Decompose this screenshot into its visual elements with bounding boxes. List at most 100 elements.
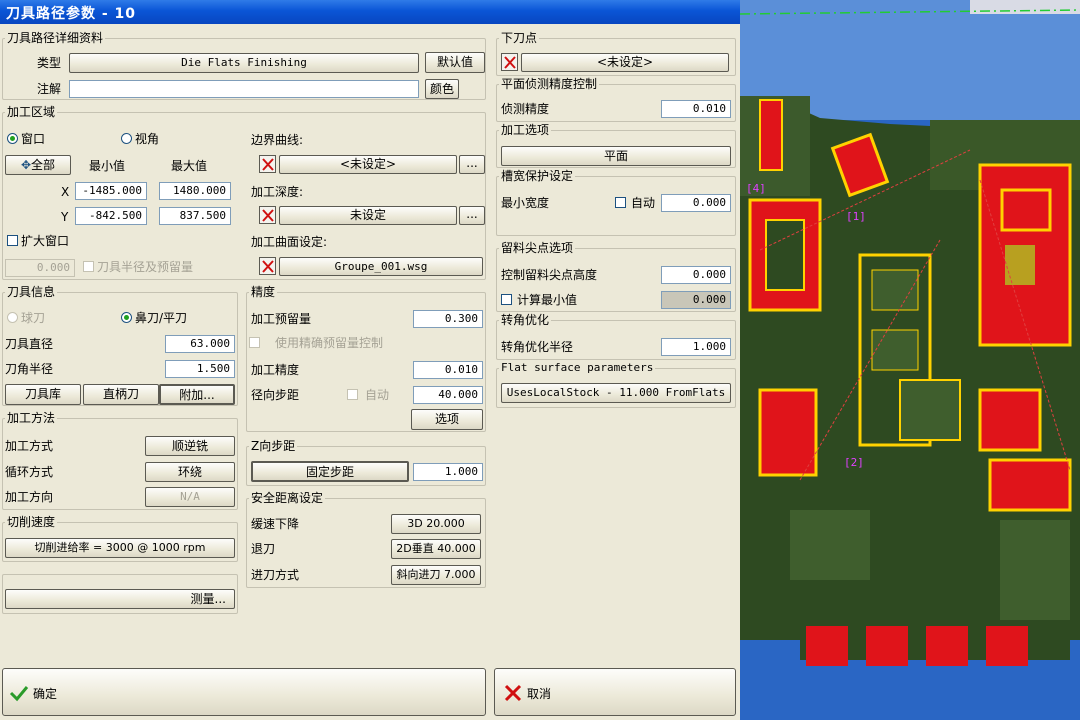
type-field[interactable]: Die Flats Finishing xyxy=(69,53,419,73)
note-input[interactable] xyxy=(69,80,419,98)
details-group: 刀具路径详细资料 类型 Die Flats Finishing 默认值 注解 颜… xyxy=(2,31,486,100)
tool-library-button[interactable]: 刀具库 xyxy=(5,384,81,405)
surface-label: 加工曲面设定: xyxy=(251,235,328,249)
viewport-label-4: [4] xyxy=(746,182,766,195)
slot-auto-checkbox[interactable] xyxy=(615,197,626,208)
type-label: 类型 xyxy=(37,56,62,70)
slowdown-button[interactable]: 3D 20.000 xyxy=(391,514,481,534)
loop-button[interactable]: 环绕 xyxy=(145,462,235,482)
boundary-field[interactable]: <未设定> xyxy=(279,155,457,174)
stepover-auto-checkbox[interactable] xyxy=(347,389,358,400)
tool-info-group: 刀具信息 球刀 鼻刀/平刀 刀具直径 63.000 刀角半径 1.500 刀具库… xyxy=(2,285,238,406)
retract-label: 退刀 xyxy=(251,542,276,556)
max-header: 最大值 xyxy=(171,159,208,173)
slot-title: 槽宽保护设定 xyxy=(499,169,576,183)
stepover-label: 径向步距 xyxy=(251,388,300,402)
depth-label: 加工深度: xyxy=(251,185,304,199)
stock-input[interactable]: 0.300 xyxy=(413,310,483,328)
red-x-icon xyxy=(262,209,274,222)
slowdown-label: 缓速下降 xyxy=(251,517,300,531)
nose-flat-label: 鼻刀/平刀 xyxy=(135,311,188,325)
red-x-icon xyxy=(504,684,522,702)
slot-auto-label: 自动 xyxy=(631,196,656,210)
all-button[interactable]: ✥全部 xyxy=(5,155,71,175)
measure-group: 测量... xyxy=(2,574,238,614)
corner-opt-input[interactable]: 1.000 xyxy=(661,338,731,356)
enlarge-value-input[interactable]: 0.000 xyxy=(5,259,75,277)
retract-button[interactable]: 2D垂直 40.000 xyxy=(391,539,481,559)
exact-stock-label: 使用精确预留量控制 xyxy=(275,336,384,350)
y-min-input[interactable]: -842.500 xyxy=(75,207,147,225)
mode-button[interactable]: 顺逆铣 xyxy=(145,436,235,456)
view-radio[interactable] xyxy=(121,133,132,144)
corner-radius-input[interactable]: 1.500 xyxy=(165,360,235,378)
calc-min-checkbox[interactable] xyxy=(501,294,512,305)
ok-label: 确定 xyxy=(33,687,58,701)
tool-info-title: 刀具信息 xyxy=(5,285,58,299)
ball-label: 球刀 xyxy=(21,311,46,325)
fixed-step-button[interactable]: 固定步距 xyxy=(251,461,409,482)
cusp-height-label: 控制留料尖点高度 xyxy=(501,268,598,282)
direction-button[interactable]: N/A xyxy=(145,487,235,507)
move-icon: ✥ xyxy=(20,158,32,172)
color-button[interactable]: 颜色 xyxy=(425,79,459,99)
precision-group: 精度 加工预留量 0.300 使用精确预留量控制 加工精度 0.010 径向步距… xyxy=(246,285,486,432)
cad-3d-viewport[interactable]: [4] [1] [2] xyxy=(740,0,1080,720)
calc-min-input[interactable]: 0.000 xyxy=(661,291,731,309)
boundary-clear-button[interactable] xyxy=(259,155,276,173)
toolpath-parameters-dialog: 刀具路径参数 - 10 刀具路径详细资料 类型 Die Flats Finish… xyxy=(0,0,740,720)
feed-rate-button[interactable]: 切削进给率 = 3000 @ 1000 rpm xyxy=(5,538,235,558)
flat-detect-input[interactable]: 0.010 xyxy=(661,100,731,118)
entry-button[interactable]: 斜向进刀 7.000 xyxy=(391,565,481,585)
x-min-input[interactable]: -1485.000 xyxy=(75,182,147,200)
red-x-icon xyxy=(262,158,274,171)
diameter-input[interactable]: 63.000 xyxy=(165,335,235,353)
options-button[interactable]: 选项 xyxy=(411,409,483,430)
flat-surface-button[interactable]: UsesLocalStock - 11.000 FromFlats xyxy=(501,383,731,403)
depth-browse-button[interactable]: ... xyxy=(459,206,485,225)
ok-button[interactable]: 确定 xyxy=(2,668,486,716)
down-point-group: 下刀点 <未设定> xyxy=(496,31,736,76)
depth-field[interactable]: 未设定 xyxy=(279,206,457,225)
direction-label: 加工方向 xyxy=(5,490,54,504)
exact-stock-checkbox[interactable] xyxy=(249,337,260,348)
measure-button[interactable]: 测量... xyxy=(5,589,235,609)
down-point-field[interactable]: <未设定> xyxy=(521,53,729,72)
holder-button[interactable]: 直柄刀 xyxy=(83,384,159,405)
machining-option-button[interactable]: 平面 xyxy=(501,146,731,166)
nose-flat-radio[interactable] xyxy=(121,312,132,323)
diameter-label: 刀具直径 xyxy=(5,337,54,351)
method-group: 加工方法 加工方式 顺逆铣 循环方式 环绕 加工方向 N/A xyxy=(2,411,238,510)
min-header: 最小值 xyxy=(89,159,126,173)
stepover-input[interactable]: 40.000 xyxy=(413,386,483,404)
zstep-input[interactable]: 1.000 xyxy=(413,463,483,481)
corner-opt-label: 转角优化半径 xyxy=(501,340,574,354)
window-label: 窗口 xyxy=(21,132,46,146)
flat-surface-title: Flat surface parameters xyxy=(499,361,656,375)
cusp-height-input[interactable]: 0.000 xyxy=(661,266,731,284)
extra-button[interactable]: 附加... xyxy=(159,384,235,405)
defaults-button[interactable]: 默认值 xyxy=(425,52,485,73)
tolerance-input[interactable]: 0.010 xyxy=(413,361,483,379)
depth-clear-button[interactable] xyxy=(259,206,276,224)
corner-opt-group: 转角优化 转角优化半径 1.000 xyxy=(496,313,736,360)
surface-clear-button[interactable] xyxy=(259,257,276,275)
machining-option-title: 加工选项 xyxy=(499,123,552,137)
title-bar[interactable]: 刀具路径参数 - 10 xyxy=(0,0,740,24)
surface-field[interactable]: Groupe_001.wsg xyxy=(279,257,483,276)
feed-title: 切削速度 xyxy=(5,515,58,529)
boundary-browse-button[interactable]: ... xyxy=(459,155,485,174)
method-title: 加工方法 xyxy=(5,411,58,425)
radius-stock-checkbox[interactable] xyxy=(83,261,94,272)
slot-min-width-input[interactable]: 0.000 xyxy=(661,194,731,212)
x-label: X xyxy=(61,185,70,199)
zstep-group: Z向步距 固定步距 1.000 xyxy=(246,439,486,486)
window-radio[interactable] xyxy=(7,133,18,144)
ball-radio[interactable] xyxy=(7,312,18,323)
feed-group: 切削速度 切削进给率 = 3000 @ 1000 rpm xyxy=(2,515,238,562)
enlarge-window-checkbox[interactable] xyxy=(7,235,18,246)
cancel-button[interactable]: 取消 xyxy=(494,668,736,716)
down-point-clear-button[interactable] xyxy=(501,53,518,71)
x-max-input[interactable]: 1480.000 xyxy=(159,182,231,200)
y-max-input[interactable]: 837.500 xyxy=(159,207,231,225)
